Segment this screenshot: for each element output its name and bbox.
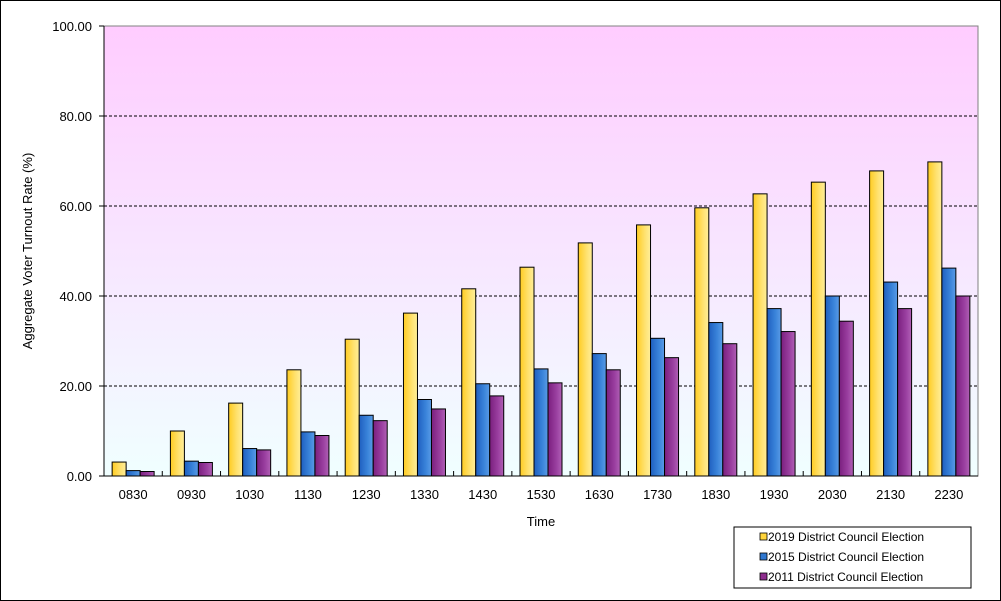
bar-2019-1630 <box>577 242 593 477</box>
x-tick-label: 1630 <box>585 487 614 502</box>
bar-2011-1330 <box>430 408 446 477</box>
bar-2019-0830 <box>111 461 127 477</box>
legend: 2019 District Council Election 2015 Distr… <box>733 526 972 589</box>
bar-2015-1030 <box>242 448 258 477</box>
bar-2011-1030 <box>256 449 272 477</box>
bar-2015-2130 <box>883 281 899 477</box>
bar-2019-1830 <box>694 207 710 477</box>
bar-chart: 0.00 20.00 40.00 60.00 80.00 100.00 0830 0930 1… <box>20 19 979 589</box>
bar-2015-1430 <box>475 383 491 477</box>
x-tick-label: 1130 <box>294 487 322 502</box>
x-tick-label: 1330 <box>410 487 439 502</box>
bar-2019-1130 <box>286 369 302 477</box>
legend-label: 2015 District Council Election <box>768 550 924 564</box>
legend-swatch <box>759 572 768 581</box>
bar-2019-2030 <box>810 181 826 477</box>
bar-2019-1730 <box>636 224 652 477</box>
y-tick-label: 60.00 <box>59 199 92 214</box>
bar-2015-1330 <box>416 399 432 477</box>
y-tick-label: 20.00 <box>59 379 92 394</box>
bar-2015-1630 <box>591 353 607 477</box>
bar-2011-1230 <box>372 420 388 477</box>
x-tick-label: 2130 <box>876 487 905 502</box>
bar-2019-1230 <box>344 338 360 477</box>
x-tick-label: 0830 <box>119 487 148 502</box>
bar-2019-2230 <box>927 161 943 477</box>
bar-2011-1430 <box>489 395 505 477</box>
legend-swatch <box>759 552 768 561</box>
bar-2015-1730 <box>650 337 666 477</box>
x-tick-label: 1930 <box>760 487 789 502</box>
bar-2015-1530 <box>533 368 549 477</box>
legend-swatch <box>759 532 768 541</box>
bar-2019-0930 <box>169 430 185 477</box>
bar-2011-0930 <box>197 462 213 477</box>
bar-2011-2230 <box>955 295 971 477</box>
bar-2011-1830 <box>722 343 738 477</box>
x-tick-label: 1030 <box>235 487 264 502</box>
x-tick-labels: 0830 0930 1030 1130 1230 1330 1430 1530 1630 1730… <box>119 487 964 502</box>
x-tick-label: 1430 <box>468 487 497 502</box>
bar-2015-1930 <box>766 308 782 477</box>
x-tick-label: 1230 <box>352 487 381 502</box>
x-tick-label: 1830 <box>701 487 730 502</box>
y-tick-label: 40.00 <box>59 289 92 304</box>
legend-label: 2011 District Council Election <box>768 570 923 584</box>
x-tick-label: 1530 <box>527 487 556 502</box>
bar-2015-0830 <box>125 470 141 477</box>
bar-2011-0830 <box>139 471 155 477</box>
bar-2019-1330 <box>402 312 418 477</box>
bar-2015-1130 <box>300 431 316 477</box>
bar-2011-1930 <box>780 331 796 477</box>
bar-2019-1030 <box>228 402 244 477</box>
bar-2015-1230 <box>358 414 374 477</box>
y-tick-label: 100.00 <box>52 19 92 34</box>
x-axis-title: Time <box>527 514 555 529</box>
bar-2015-1830 <box>708 322 724 477</box>
bar-2011-1530 <box>547 382 563 477</box>
y-tick-labels: 0.00 20.00 40.00 60.00 80.00 100.00 <box>52 19 92 484</box>
bar-2019-1530 <box>519 266 535 477</box>
legend-label: 2019 District Council Election <box>768 530 924 544</box>
bar-2015-2230 <box>941 267 957 477</box>
bar-2019-1930 <box>752 193 768 477</box>
bar-2011-2030 <box>838 320 854 477</box>
x-tick-label: 2030 <box>818 487 847 502</box>
bar-2011-1730 <box>664 357 680 477</box>
bar-2011-1630 <box>605 369 621 477</box>
x-tick-label: 1730 <box>643 487 672 502</box>
bar-2015-2030 <box>824 295 840 477</box>
y-tick-label: 0.00 <box>67 469 92 484</box>
y-tick-label: 80.00 <box>59 109 92 124</box>
bar-2015-0930 <box>183 460 199 477</box>
x-tick-label: 0930 <box>177 487 206 502</box>
bar-2019-1430 <box>461 288 477 477</box>
bar-2011-2130 <box>897 308 913 477</box>
bar-2019-2130 <box>869 170 885 477</box>
y-axis-title: Aggregate Voter Turnout Rate (%) <box>20 153 35 350</box>
x-tick-label: 2230 <box>934 487 963 502</box>
bar-2011-1130 <box>314 435 330 477</box>
